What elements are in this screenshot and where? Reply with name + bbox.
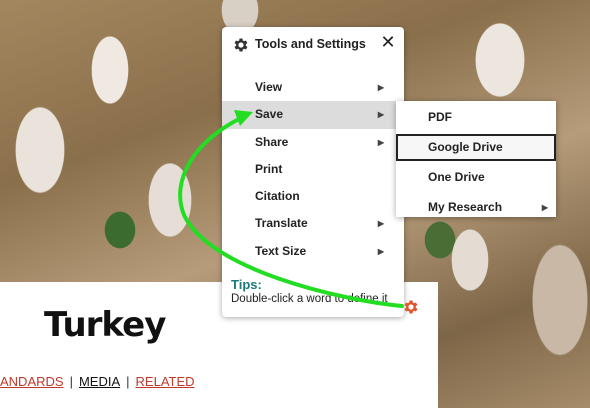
menu-item-label: Translate bbox=[255, 216, 308, 231]
menu-item-label: Print bbox=[255, 161, 283, 176]
menu-item-view[interactable]: View ▶ bbox=[222, 74, 404, 101]
menu-item-label: Save bbox=[255, 107, 284, 122]
tools-menu: View ▶ Save ▶ Share ▶ Print Citation Transl… bbox=[222, 74, 404, 265]
nav-links: ANDARDS | MEDIA | RELATED bbox=[0, 374, 195, 389]
menu-item-save[interactable]: Save ▶ bbox=[222, 101, 404, 129]
menu-item-text-size[interactable]: Text Size ▶ bbox=[222, 238, 404, 265]
submenu-item-label: My Research bbox=[428, 200, 503, 214]
gear-icon bbox=[234, 38, 248, 52]
page-title: Turkey bbox=[44, 305, 166, 345]
close-icon[interactable]: ✕ bbox=[380, 33, 396, 51]
tips-text: Double-click a word to define it bbox=[231, 293, 388, 305]
tips-label: Tips: bbox=[231, 277, 262, 292]
submenu-item-pdf[interactable]: PDF bbox=[396, 104, 556, 131]
chevron-right-icon: ▶ bbox=[377, 137, 384, 147]
tools-header: Tools and Settings ✕ bbox=[222, 27, 404, 63]
menu-item-label: Share bbox=[255, 134, 289, 149]
submenu-item-google-drive[interactable]: Google Drive bbox=[396, 134, 556, 161]
chevron-right-icon: ▶ bbox=[377, 110, 384, 120]
submenu-item-label: Google Drive bbox=[428, 140, 503, 154]
chevron-right-icon: ▶ bbox=[541, 203, 548, 212]
chevron-right-icon: ▶ bbox=[377, 246, 384, 256]
tools-and-settings-panel: Tools and Settings ✕ View ▶ Save ▶ Share ▶ … bbox=[222, 27, 404, 317]
menu-item-label: Text Size bbox=[255, 243, 307, 258]
submenu-item-one-drive[interactable]: One Drive bbox=[396, 164, 556, 191]
nav-separator: | bbox=[126, 374, 130, 389]
menu-item-label: Citation bbox=[255, 189, 300, 204]
tools-title: Tools and Settings bbox=[255, 37, 366, 51]
submenu-item-my-research[interactable]: My Research ▶ bbox=[396, 194, 556, 221]
nav-link-standards[interactable]: ANDARDS bbox=[0, 374, 64, 389]
menu-item-citation[interactable]: Citation bbox=[222, 183, 404, 210]
save-submenu: PDF Google Drive One Drive My Research ▶ bbox=[396, 101, 556, 217]
chevron-right-icon: ▶ bbox=[377, 219, 384, 229]
nav-separator: | bbox=[69, 374, 73, 389]
menu-item-share[interactable]: Share ▶ bbox=[222, 129, 404, 156]
chevron-right-icon: ▶ bbox=[377, 83, 384, 92]
nav-link-related[interactable]: RELATED bbox=[136, 374, 195, 389]
menu-item-print[interactable]: Print bbox=[222, 156, 404, 183]
menu-item-label: View bbox=[255, 80, 283, 94]
settings-gear-icon[interactable] bbox=[402, 298, 420, 316]
menu-item-translate[interactable]: Translate ▶ bbox=[222, 210, 404, 237]
submenu-item-label: One Drive bbox=[428, 170, 485, 184]
nav-link-media[interactable]: MEDIA bbox=[79, 374, 120, 389]
submenu-item-label: PDF bbox=[428, 110, 452, 124]
